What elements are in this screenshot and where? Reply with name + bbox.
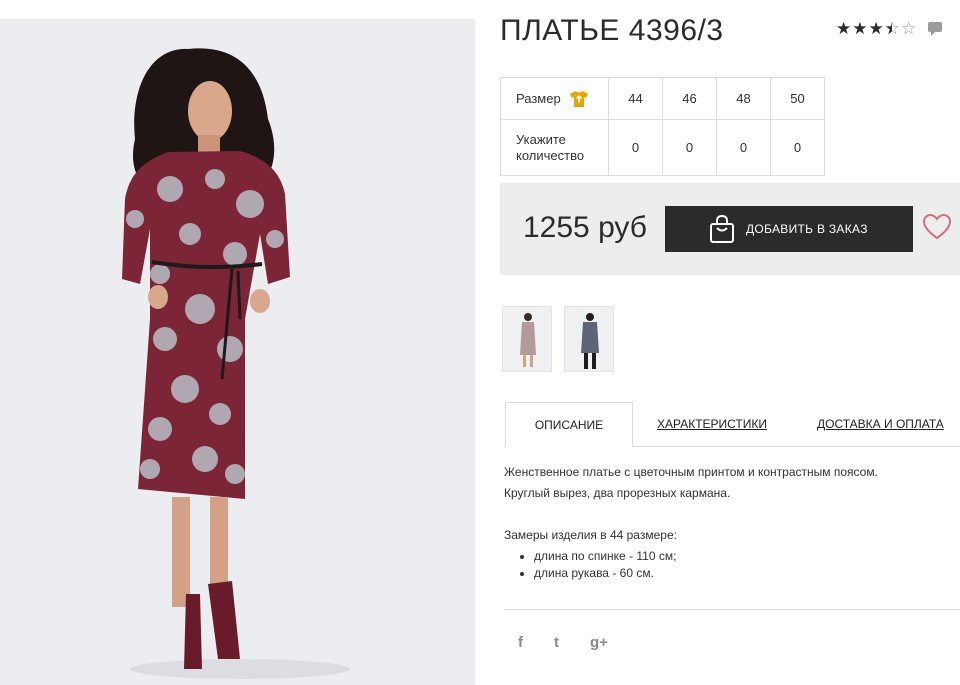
- facebook-icon[interactable]: f: [518, 634, 523, 651]
- info-tabs: ОПИСАНИЕ ХАРАКТЕРИСТИКИ ДОСТАВКА И ОПЛАТ…: [504, 402, 960, 447]
- tab-characteristics[interactable]: ХАРАКТЕРИСТИКИ: [657, 402, 767, 447]
- product-thumbnail[interactable]: [564, 306, 614, 372]
- rating[interactable]: ★ ★ ★ ☆★ ☆: [836, 20, 943, 38]
- star-full-icon[interactable]: ★: [869, 20, 884, 38]
- quantity-field[interactable]: 0: [608, 119, 663, 176]
- star-half-icon[interactable]: ☆★: [885, 20, 900, 38]
- quantity-field[interactable]: 0: [662, 119, 717, 176]
- product-title: ПЛАТЬЕ 4396/3: [500, 14, 724, 47]
- description-line: Женственное платье с цветочным принтом и…: [504, 465, 878, 479]
- star-empty-icon[interactable]: ☆: [901, 20, 916, 38]
- add-to-order-label: ДОБАВИТЬ В ЗАКАЗ: [746, 222, 868, 236]
- size-label: Размер: [516, 91, 561, 106]
- google-plus-icon[interactable]: g+: [590, 634, 608, 651]
- size-option[interactable]: 48: [716, 77, 771, 120]
- divider: [504, 609, 960, 610]
- measurements-title: Замеры изделия в 44 размере:: [504, 528, 677, 542]
- product-thumbnail[interactable]: [502, 306, 552, 372]
- tshirt-size-guide-icon[interactable]: [569, 90, 589, 108]
- quantity-field[interactable]: 0: [770, 119, 825, 176]
- measurement-item: длина рукава - 60 см.: [534, 565, 676, 582]
- quantity-field[interactable]: 0: [716, 119, 771, 176]
- size-header-cell: Размер: [500, 77, 609, 120]
- product-photo[interactable]: [0, 19, 475, 685]
- description-text: Женственное платье с цветочным принтом и…: [504, 462, 954, 504]
- measurement-item: длина по спинке - 110 см;: [534, 548, 676, 565]
- size-option[interactable]: 50: [770, 77, 825, 120]
- buy-box: 1255 руб ДОБАВИТЬ В ЗАКАЗ: [500, 183, 960, 275]
- shopping-bag-icon: [710, 214, 734, 243]
- star-full-icon[interactable]: ★: [836, 20, 851, 38]
- tab-delivery-payment[interactable]: ДОСТАВКА И ОПЛАТА: [817, 402, 944, 447]
- comment-icon[interactable]: [927, 21, 943, 37]
- twitter-icon[interactable]: t: [554, 634, 559, 651]
- heart-wishlist-icon[interactable]: [922, 213, 952, 241]
- quantity-label: Укажите количество: [500, 119, 609, 176]
- size-option[interactable]: 44: [608, 77, 663, 120]
- price: 1255 руб: [523, 211, 647, 244]
- measurements-list: длина по спинке - 110 см; длина рукава -…: [504, 548, 676, 582]
- tab-description[interactable]: ОПИСАНИЕ: [505, 402, 633, 447]
- star-full-icon[interactable]: ★: [852, 20, 867, 38]
- add-to-order-button[interactable]: ДОБАВИТЬ В ЗАКАЗ: [665, 206, 913, 252]
- size-table: Размер 44 46 48 50 Укажите количество 0 …: [500, 77, 825, 176]
- description-line: Круглый вырез, два прорезных кармана.: [504, 486, 731, 500]
- size-option[interactable]: 46: [662, 77, 717, 120]
